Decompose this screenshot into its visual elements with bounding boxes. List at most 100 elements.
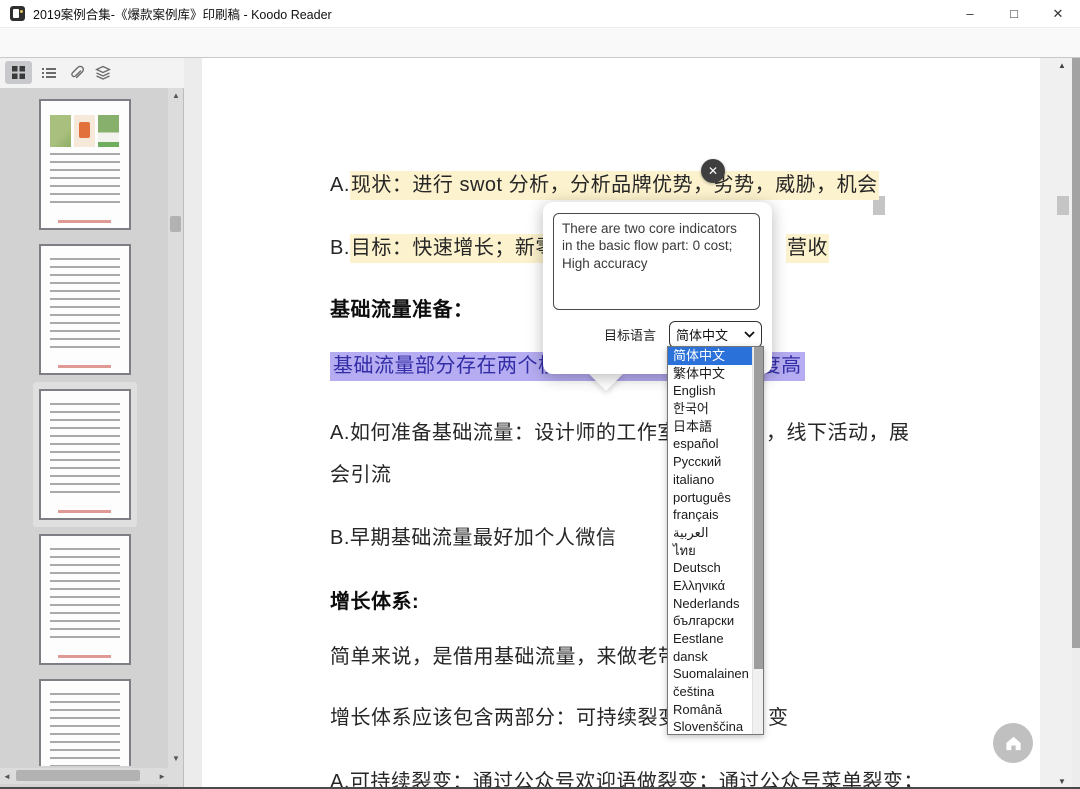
language-option[interactable]: 한국어 bbox=[668, 400, 763, 418]
scroll-left-icon[interactable]: ◄ bbox=[3, 772, 11, 781]
sidebar-horizontal-scrollbar[interactable]: ◄ ► bbox=[0, 768, 169, 784]
language-option[interactable]: Deutsch bbox=[668, 559, 763, 577]
language-option[interactable]: Ελληνικά bbox=[668, 577, 763, 595]
language-option[interactable]: français bbox=[668, 506, 763, 524]
language-option[interactable]: 简体中文 bbox=[668, 347, 763, 365]
language-option[interactable]: 繁体中文 bbox=[668, 365, 763, 383]
viewer-vscroll-thumb[interactable] bbox=[1057, 196, 1069, 215]
doc-line-current-status: A.现状：进行 swot 分析，分析品牌优势，劣势，威胁，机会 bbox=[330, 168, 879, 197]
layers-view-button[interactable] bbox=[89, 61, 116, 84]
language-option[interactable]: English bbox=[668, 382, 763, 400]
grid-icon bbox=[11, 65, 26, 80]
outline-view-button[interactable] bbox=[35, 61, 62, 84]
language-option[interactable]: español bbox=[668, 435, 763, 453]
thumbnail-text-lines bbox=[50, 153, 120, 206]
language-option[interactable]: čeština bbox=[668, 683, 763, 701]
language-option[interactable]: Română bbox=[668, 701, 763, 719]
page-thumbnail[interactable] bbox=[33, 92, 137, 237]
window-scrollbar-thumb[interactable] bbox=[1072, 58, 1080, 648]
language-option[interactable]: italiano bbox=[668, 471, 763, 489]
doc-line-how-to-prepare: A.如何准备基础流量：设计师的工作室, bbox=[330, 416, 684, 445]
scroll-down-icon[interactable]: ▼ bbox=[172, 754, 180, 763]
translation-result-box[interactable]: There are two core indicators in the bas… bbox=[553, 213, 760, 310]
language-option[interactable]: 日本語 bbox=[668, 418, 763, 436]
scroll-up-icon[interactable]: ▲ bbox=[1058, 61, 1066, 70]
thumbnail-text-lines bbox=[50, 548, 120, 641]
window-scrollbar-track[interactable] bbox=[1072, 58, 1080, 789]
language-option[interactable]: български bbox=[668, 612, 763, 630]
doc-line-how-to-prepare-end: ，线下活动，展 bbox=[766, 416, 910, 445]
language-option[interactable]: Slovenščina bbox=[668, 718, 763, 735]
attachments-view-button[interactable] bbox=[62, 61, 89, 84]
title-bar: 2019案例合集-《爆款案例库》印刷稿 - Koodo Reader – □ ✕ bbox=[0, 0, 1080, 28]
thumbnail-list bbox=[0, 88, 169, 766]
sidebar-vscroll-thumb[interactable] bbox=[170, 216, 181, 232]
language-option[interactable]: Nederlands bbox=[668, 595, 763, 613]
maximize-button[interactable]: □ bbox=[992, 0, 1036, 28]
doc-line-two-parts-end: 变 bbox=[768, 701, 789, 730]
home-icon bbox=[1004, 734, 1023, 752]
window-title: 2019案例合集-《爆款案例库》印刷稿 - Koodo Reader bbox=[33, 4, 332, 23]
thumbnail-page-preview bbox=[39, 534, 131, 665]
doc-heading-growth-system: 增长体系: bbox=[330, 585, 419, 614]
doc-heading-base-traffic: 基础流量准备： bbox=[330, 293, 474, 322]
thumbnail-page-preview bbox=[39, 244, 131, 375]
language-option[interactable]: العربية bbox=[668, 524, 763, 542]
thumbnail-watermark bbox=[58, 510, 111, 513]
thumbnail-watermark bbox=[58, 365, 111, 368]
viewer-scrollbar-track[interactable]: ▲ ▼ bbox=[1040, 58, 1072, 789]
thumbnail-watermark bbox=[58, 655, 111, 658]
target-language-select[interactable]: 简体中文 bbox=[669, 321, 762, 348]
language-list-scroll-thumb[interactable] bbox=[754, 347, 763, 669]
language-option[interactable]: dansk bbox=[668, 648, 763, 666]
outline-list-icon bbox=[41, 66, 57, 80]
yellow-highlight: 营收 bbox=[786, 234, 829, 263]
pdf-toolbar: ↑ ↓ / 252 − + 自动缩放 » bbox=[0, 28, 1080, 58]
language-list-scrollbar[interactable] bbox=[752, 347, 763, 734]
app-icon bbox=[10, 6, 25, 21]
scroll-right-icon[interactable]: ► bbox=[158, 772, 166, 781]
thumbnail-text-lines bbox=[50, 693, 120, 766]
selected-language-value: 简体中文 bbox=[676, 325, 728, 344]
sidebar-vertical-scrollbar[interactable]: ▲ ▼ bbox=[168, 88, 183, 789]
home-button[interactable] bbox=[993, 723, 1033, 763]
thumbnail-watermark bbox=[58, 220, 111, 223]
doc-line-goal: B.目标：快速增长；新零 bbox=[330, 231, 557, 260]
doc-line-sustainable-fission: A.可持续裂变：通过公众号欢迎语做裂变；通过公众号菜单裂变； bbox=[330, 765, 924, 789]
doc-line-simply-put: 简单来说，是借用基础流量，来做老带新 bbox=[330, 640, 699, 669]
minimize-button[interactable]: – bbox=[948, 0, 992, 28]
language-option[interactable]: ไทย bbox=[668, 542, 763, 560]
target-language-label: 目标语言 bbox=[604, 325, 656, 344]
doc-line-goal-end: 营收 bbox=[786, 231, 829, 260]
close-window-button[interactable]: ✕ bbox=[1036, 0, 1080, 28]
layers-icon bbox=[95, 65, 111, 81]
koodo-reader-window: 2019案例合集-《爆款案例库》印刷稿 - Koodo Reader – □ ✕… bbox=[0, 0, 1080, 789]
popup-close-button[interactable]: ✕ bbox=[701, 159, 725, 183]
doc-line-early-traffic: B.早期基础流量最好加个人微信 bbox=[330, 521, 616, 550]
thumbnail-page-preview bbox=[39, 99, 131, 230]
thumbnail-page-preview bbox=[39, 389, 131, 520]
page-thumbnail[interactable] bbox=[33, 672, 137, 766]
scroll-up-icon[interactable]: ▲ bbox=[172, 91, 180, 100]
yellow-highlight: 现状：进行 swot 分析，分析品牌优势，劣势，威胁，机会 bbox=[350, 171, 879, 200]
language-list: 简体中文繁体中文English한국어日本語españolРусскийitali… bbox=[667, 346, 764, 735]
language-option[interactable]: Suomalainen bbox=[668, 665, 763, 683]
sidebar-view-switcher bbox=[0, 58, 184, 88]
scroll-down-icon[interactable]: ▼ bbox=[1058, 777, 1066, 786]
page-thumbnail[interactable] bbox=[33, 527, 137, 672]
language-option[interactable]: português bbox=[668, 489, 763, 507]
thumbnails-view-button[interactable] bbox=[5, 61, 32, 84]
thumbnail-text-lines bbox=[50, 403, 120, 496]
thumbnail-text-lines bbox=[50, 258, 120, 351]
yellow-highlight: 目标：快速增长；新零 bbox=[350, 234, 557, 263]
language-option[interactable]: Eestlane bbox=[668, 630, 763, 648]
thumbnail-images bbox=[50, 115, 120, 147]
thumbnails-sidebar: ▲ ▼ ◄ ► bbox=[0, 88, 184, 789]
language-option[interactable]: Русский bbox=[668, 453, 763, 471]
thumbnail-page-preview bbox=[39, 679, 131, 766]
doc-line-two-parts: 增长体系应该包含两部分：可持续裂变+ bbox=[330, 701, 691, 730]
paperclip-icon bbox=[68, 65, 84, 81]
page-thumbnail[interactable] bbox=[33, 382, 137, 527]
page-thumbnail[interactable] bbox=[33, 237, 137, 382]
sidebar-hscroll-thumb[interactable] bbox=[16, 770, 140, 781]
